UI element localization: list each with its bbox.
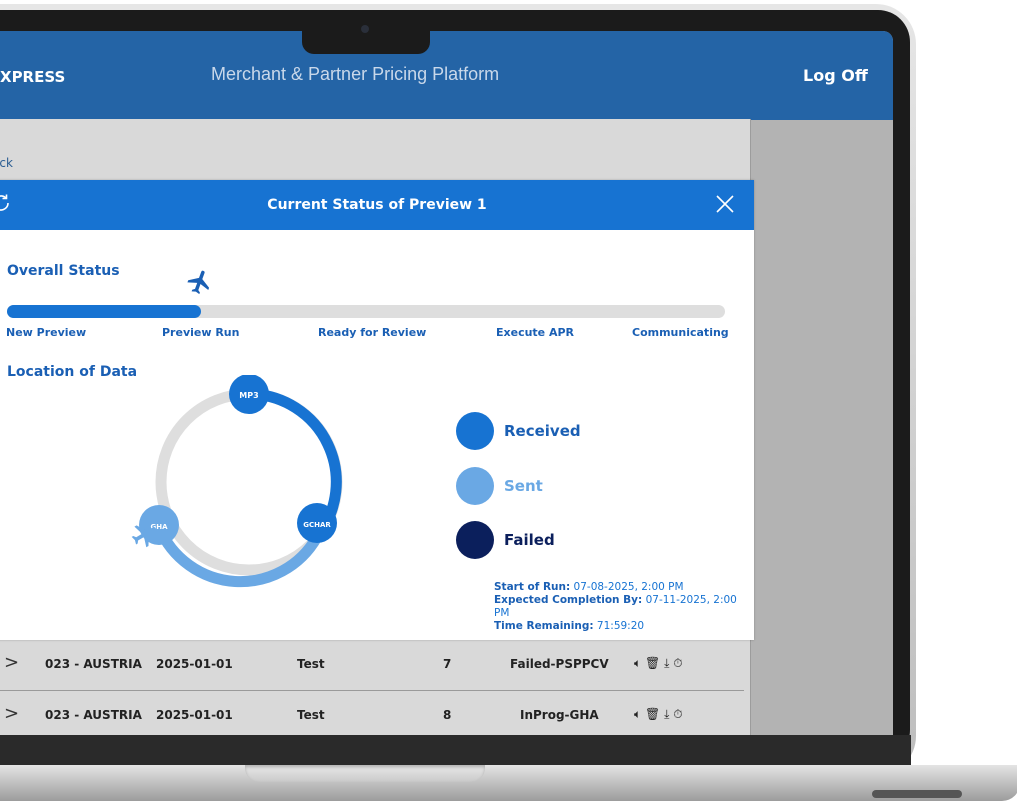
name-cell: Test: [297, 657, 325, 671]
stage-ready-for-review: Ready for Review: [318, 326, 427, 339]
modal-header: Current Status of Preview 1: [0, 180, 754, 230]
screen: XPRESS Merchant & Partner Pricing Platfo…: [0, 31, 893, 735]
legend-received-label: Received: [504, 422, 581, 440]
download-icon[interactable]: ⤓: [664, 656, 669, 670]
refresh-icon[interactable]: [0, 192, 12, 214]
stage-new-preview: New Preview: [6, 326, 87, 339]
num-cell: 8: [443, 708, 452, 722]
location-heading: Location of Data: [7, 364, 138, 380]
brand-logo: XPRESS: [0, 68, 66, 86]
preview-table: > 023 - AUSTRIA 2025-01-01 Test 7 Failed…: [0, 640, 744, 735]
progress-track: [7, 305, 725, 318]
data-location-diagram: MP3 GCHAR GHA: [139, 375, 343, 588]
remaining-label: Time Remaining:: [494, 620, 594, 632]
timer-icon[interactable]: ⏱︎: [673, 707, 682, 721]
airplane-icon: [187, 270, 210, 295]
table-row[interactable]: > 023 - AUSTRIA 2025-01-01 Test 7 Failed…: [0, 640, 744, 691]
trash-icon[interactable]: 🗑︎: [645, 707, 660, 721]
speaker-icon[interactable]: 🔈︎: [634, 656, 641, 670]
status-cell: Failed-PSPPCV: [510, 657, 609, 671]
modal-title: Current Status of Preview 1: [267, 197, 487, 213]
back-link[interactable]: ack: [0, 156, 13, 170]
name-cell: Test: [297, 708, 325, 722]
legend-failed-dot: [456, 521, 494, 559]
camera-notch: [302, 10, 430, 54]
legend-failed-label: Failed: [504, 531, 555, 549]
node-label-gchar: GCHAR: [303, 521, 331, 529]
airplane-icon: [131, 525, 156, 548]
timer-icon[interactable]: ⏱︎: [673, 656, 682, 670]
start-value: 07-08-2025, 2:00 PM: [573, 581, 684, 593]
download-icon[interactable]: ⤓: [664, 707, 669, 721]
remaining-value: 71:59:20: [596, 620, 645, 632]
date-cell: 2025-01-01: [156, 657, 233, 671]
trash-icon[interactable]: 🗑︎: [645, 656, 660, 670]
node-label-mp3: MP3: [239, 391, 258, 400]
status-modal: Current Status of Preview 1 Overall Stat…: [0, 180, 754, 640]
status-cell: InProg-GHA: [520, 708, 599, 722]
speaker-icon[interactable]: 🔈︎: [634, 707, 641, 721]
date-cell: 2025-01-01: [156, 708, 233, 722]
stage-execute-apr: Execute APR: [496, 326, 575, 339]
legend-sent-label: Sent: [504, 477, 543, 495]
app-title: Merchant & Partner Pricing Platform: [211, 64, 500, 84]
table-row[interactable]: > 023 - AUSTRIA 2025-01-01 Test 8 InProg…: [0, 691, 744, 735]
laptop-base-notch: [245, 765, 485, 782]
legend-received-dot: [456, 412, 494, 450]
run-info: Start of Run: 07-08-2025, 2:00 PM Expect…: [494, 581, 754, 633]
close-icon[interactable]: [715, 194, 735, 214]
camera-icon: [361, 25, 369, 33]
logoff-link[interactable]: Log Off: [803, 66, 868, 85]
app-header: XPRESS Merchant & Partner Pricing Platfo…: [0, 31, 893, 120]
overall-status-heading: Overall Status: [7, 263, 120, 279]
country-cell: 023 - AUSTRIA: [45, 708, 142, 722]
expected-label: Expected Completion By:: [494, 594, 643, 606]
laptop-foot: [872, 790, 962, 798]
country-cell: 023 - AUSTRIA: [45, 657, 142, 671]
laptop-base: [0, 765, 1017, 801]
progress-fill: [7, 305, 201, 318]
chevron-right-icon[interactable]: >: [4, 703, 19, 724]
num-cell: 7: [443, 657, 452, 671]
stage-communicating: Communicating: [632, 326, 729, 339]
laptop-chin: [0, 735, 911, 765]
start-label: Start of Run:: [494, 581, 571, 593]
chevron-right-icon[interactable]: >: [4, 652, 19, 673]
stage-preview-run: Preview Run: [162, 326, 240, 339]
legend-sent-dot: [456, 467, 494, 505]
